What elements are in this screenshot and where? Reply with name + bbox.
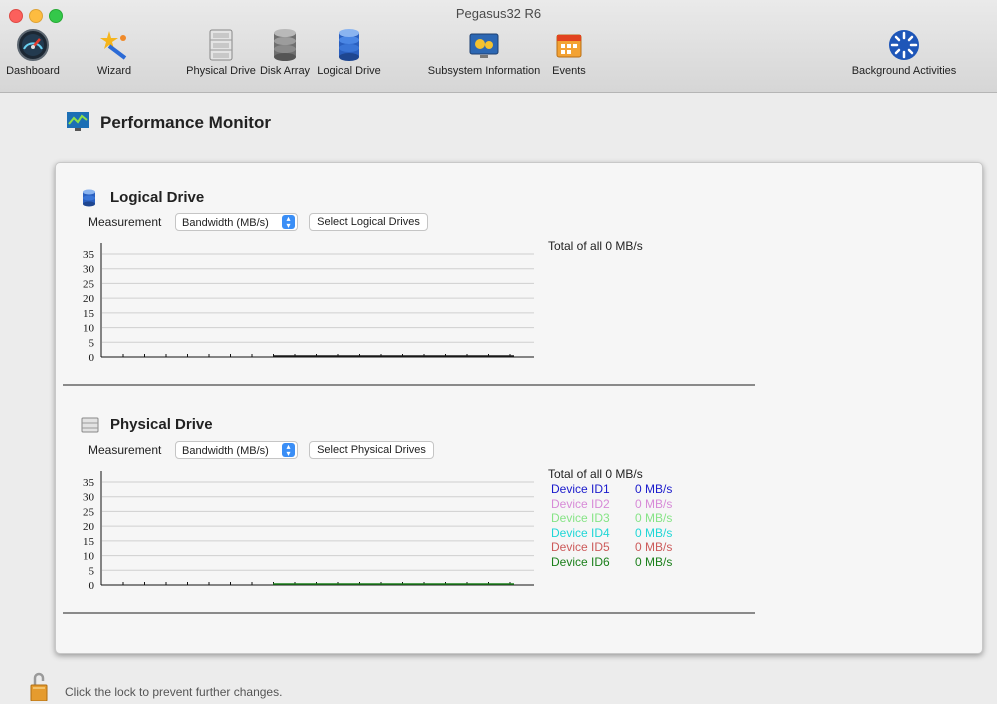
- y-tick-label: 15: [83, 536, 95, 548]
- toolbar-label: Subsystem Information: [427, 65, 541, 77]
- select-physical-drives-button[interactable]: Select Physical Drives: [309, 441, 434, 459]
- section-divider: [63, 384, 755, 386]
- toolbar-label: Physical Drive: [186, 65, 256, 77]
- device-value: 0 MB/s: [635, 525, 673, 540]
- toolbar-subsystem-information[interactable]: Subsystem Information: [427, 28, 541, 86]
- select-logical-drives-button[interactable]: Select Logical Drives: [309, 213, 428, 231]
- section-divider: [63, 612, 755, 614]
- y-tick-label: 0: [89, 352, 95, 364]
- performance-card: Logical Drive Measurement Bandwidth (MB/…: [55, 162, 983, 654]
- lock-icon[interactable]: [30, 671, 48, 702]
- logical-measurement-label: Measurement: [88, 215, 162, 229]
- device-value: 0 MB/s: [635, 511, 673, 526]
- y-tick-label: 5: [89, 565, 95, 577]
- toolbar-logical-drive[interactable]: Logical Drive: [315, 28, 383, 86]
- logical-total: Total of all 0 MB/s: [548, 239, 643, 253]
- device-name: Device ID2: [551, 496, 610, 511]
- device-name: Device ID6: [551, 555, 610, 569]
- page-title: Performance Monitor: [100, 113, 271, 132]
- y-tick-label: 20: [83, 293, 95, 305]
- title-bar: Pegasus32 R6 Dashboard Wizard Physical D…: [0, 0, 997, 93]
- chevron-updown-icon: ▴ ▾: [282, 215, 295, 230]
- y-tick-label: 15: [83, 308, 95, 320]
- device-name: Device ID4: [551, 525, 610, 540]
- chevron-updown-icon: ▴ ▾: [282, 443, 295, 458]
- background-activities-icon: [887, 28, 921, 62]
- y-tick-label: 25: [83, 506, 95, 518]
- logical-measurement-select[interactable]: Bandwidth (MB/s) ▴ ▾: [175, 213, 298, 231]
- y-tick-label: 5: [89, 337, 95, 349]
- device-value: 0 MB/s: [635, 482, 673, 496]
- physical-measurement-value: Bandwidth (MB/s): [182, 445, 269, 457]
- logical-measurement-value: Bandwidth (MB/s): [182, 217, 269, 229]
- y-tick-label: 30: [83, 264, 95, 276]
- logical-drive-title: Logical Drive: [110, 189, 205, 206]
- device-value: 0 MB/s: [635, 496, 673, 511]
- device-name: Device ID1: [551, 482, 610, 496]
- subsystem-info-icon: [467, 28, 501, 62]
- logical-drive-icon: [81, 189, 97, 207]
- dashboard-gauge-icon: [16, 28, 50, 62]
- y-tick-label: 10: [83, 551, 95, 563]
- physical-drive-icon: [204, 28, 238, 62]
- physical-measurement-select[interactable]: Bandwidth (MB/s) ▴ ▾: [175, 441, 298, 459]
- toolbar-label: Background Activities: [851, 65, 957, 77]
- lock-status-text: Click the lock to prevent further change…: [65, 685, 283, 699]
- toolbar-dashboard[interactable]: Dashboard: [3, 28, 63, 86]
- toolbar-label: Dashboard: [6, 65, 60, 77]
- toolbar-label: Logical Drive: [317, 65, 381, 77]
- disk-array-icon: [268, 28, 302, 62]
- logical-drive-chart: 0 5 10 15 20 25 30 35: [83, 243, 534, 364]
- toolbar-background-activities[interactable]: Background Activities: [842, 28, 966, 86]
- y-tick-label: 0: [89, 580, 95, 592]
- logical-drive-icon: [332, 28, 366, 62]
- toolbar-physical-drive[interactable]: Physical Drive: [178, 28, 264, 86]
- toolbar-disk-array[interactable]: Disk Array: [257, 28, 313, 86]
- wizard-wand-icon: [97, 28, 131, 62]
- toolbar-label: Disk Array: [259, 65, 311, 77]
- device-name: Device ID3: [551, 511, 610, 526]
- y-tick-label: 20: [83, 521, 95, 533]
- physical-drive-icon: [81, 416, 99, 434]
- device-name: Device ID5: [551, 540, 610, 555]
- device-value: 0 MB/s: [635, 540, 673, 555]
- y-tick-label: 25: [83, 278, 95, 290]
- physical-drive-chart: 0 5 10 15 20 25 30 35: [83, 471, 534, 592]
- y-tick-label: 10: [83, 323, 95, 335]
- device-value: 0 MB/s: [635, 555, 673, 569]
- y-tick-label: 30: [83, 492, 95, 504]
- toolbar-label: Wizard: [96, 65, 132, 77]
- physical-total: Total of all 0 MB/s: [548, 467, 643, 481]
- window-title: Pegasus32 R6: [455, 6, 542, 21]
- y-tick-label: 35: [83, 249, 95, 261]
- physical-measurement-label: Measurement: [88, 443, 162, 457]
- performance-monitor-icon: [67, 112, 89, 132]
- toolbar-label: Events: [552, 65, 586, 77]
- toolbar-events[interactable]: Events: [550, 28, 588, 86]
- physical-drive-title: Physical Drive: [110, 416, 213, 433]
- events-calendar-icon: [552, 28, 586, 62]
- y-tick-label: 35: [83, 477, 95, 489]
- toolbar-wizard[interactable]: Wizard: [92, 28, 136, 86]
